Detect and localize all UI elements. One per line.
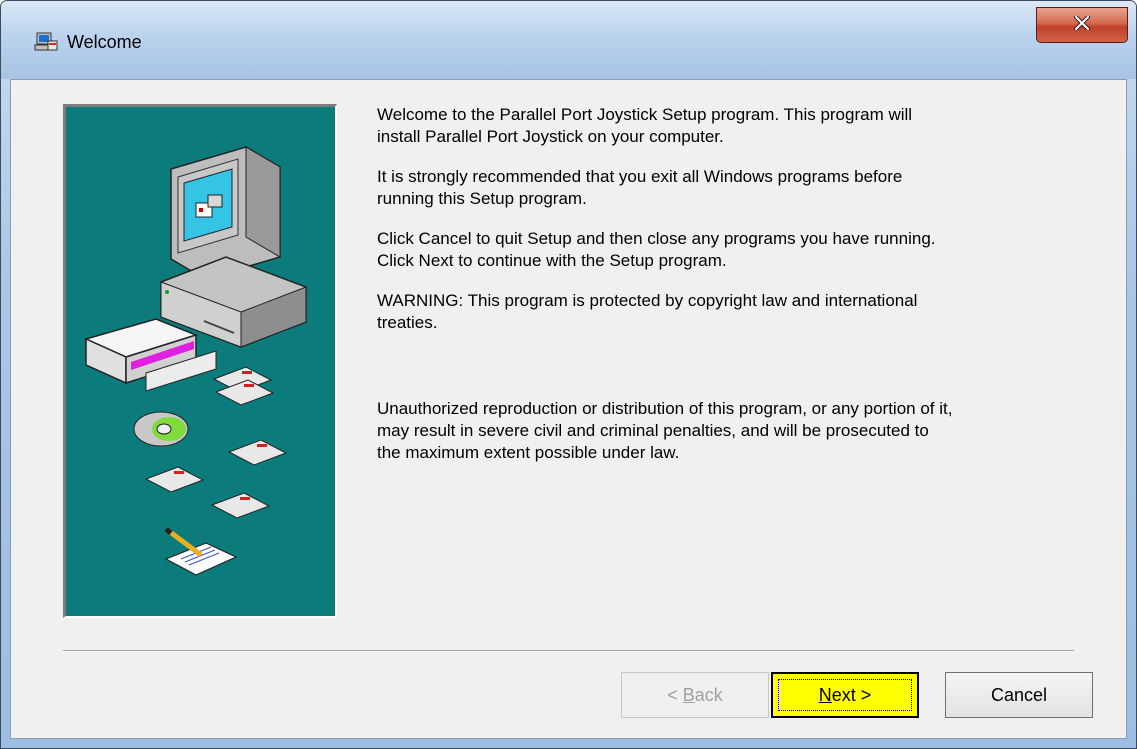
setup-illustration-icon — [83, 146, 307, 576]
separator-line — [63, 650, 1074, 652]
next-button-label: ext > — [831, 684, 872, 705]
warning-paragraph: WARNING: This program is protected by co… — [377, 291, 918, 332]
close-icon — [1074, 14, 1090, 35]
title-bar[interactable]: Welcome — [1, 1, 1136, 79]
setup-window: Welcome Welcome to the Parallel Port Joy… — [0, 0, 1137, 749]
back-button-prefix: < — [667, 684, 683, 705]
window-title: Welcome — [67, 32, 142, 52]
cancel-button-label: Cancel — [990, 684, 1048, 705]
back-button-mnemonic: B — [682, 684, 695, 705]
legal-paragraph: Unauthorized reproduction or distributio… — [377, 399, 953, 462]
focus-rectangle: Next > — [778, 679, 912, 711]
close-button[interactable] — [1036, 7, 1128, 43]
welcome-paragraph: Welcome to the Parallel Port Joystick Se… — [377, 105, 913, 146]
back-button-label: ack — [694, 684, 723, 705]
welcome-text: Welcome to the Parallel Port Joystick Se… — [377, 104, 1117, 482]
setup-illustration — [63, 104, 337, 618]
recommendation-paragraph: It is strongly recommended that you exit… — [377, 167, 903, 208]
next-button-mnemonic: N — [818, 684, 832, 705]
instructions-paragraph: Click Cancel to quit Setup and then clos… — [377, 229, 936, 270]
back-button[interactable]: < Back — [621, 672, 769, 718]
setup-computer-icon — [34, 32, 58, 54]
cancel-button[interactable]: Cancel — [945, 672, 1093, 718]
next-button[interactable]: Next > — [771, 672, 919, 718]
dialog-body: Welcome to the Parallel Port Joystick Se… — [10, 79, 1127, 739]
